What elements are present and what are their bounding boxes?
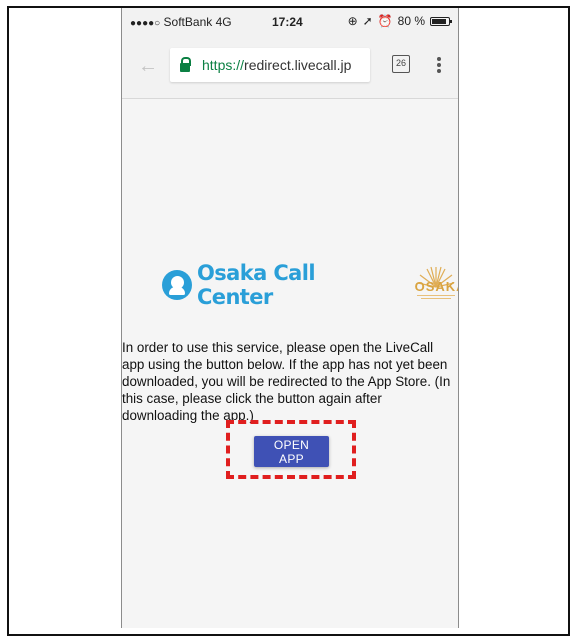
address-bar[interactable]: https://redirect.livecall.jp [170, 48, 370, 82]
rotation-lock-icon: ⊕ [347, 14, 358, 28]
url-host: redirect.livecall.jp [244, 57, 352, 73]
browser-toolbar: ← https://redirect.livecall.jp 26 [122, 36, 458, 99]
network-type: 4G [215, 15, 232, 29]
logo-subtext-line [420, 298, 451, 299]
instruction-text: In order to use this service, please ope… [122, 340, 451, 424]
battery-icon [430, 16, 452, 26]
osaka-wordmark: OSAKA [414, 279, 458, 294]
carrier-name: SoftBank [163, 15, 213, 29]
clock: 17:24 [272, 15, 303, 29]
alarm-icon: ⏰ [377, 14, 393, 28]
logo-subtext-line [416, 295, 455, 296]
status-bar: ●●●●○ SoftBank 4G 17:24 ⊕ ➚ ⏰ 80 % [122, 8, 458, 36]
page-content: Osaka Call Center OSAKA [122, 98, 458, 628]
open-app-button[interactable]: OPEN APP [254, 436, 329, 467]
back-arrow-icon[interactable]: ← [136, 54, 160, 78]
url-scheme: https:// [202, 57, 245, 73]
url-text: https://redirect.livecall.jp [196, 57, 351, 73]
brand-name: Osaka Call Center [197, 261, 316, 309]
signal-icon: ●●●●○ [130, 18, 161, 29]
status-icons: ⊕ ➚ ⏰ 80 % [347, 14, 452, 28]
overflow-menu-icon[interactable] [434, 54, 444, 76]
battery-percent: 80 % [397, 14, 425, 28]
lock-icon [170, 48, 196, 82]
phone-screen: ●●●●○ SoftBank 4G 17:24 ⊕ ➚ ⏰ 80 % ← htt… [121, 8, 459, 628]
location-icon: ➚ [362, 14, 373, 28]
operator-headset-icon [162, 270, 192, 300]
logo-row: Osaka Call Center OSAKA [162, 261, 458, 309]
tab-switcher-button[interactable]: 26 [392, 55, 410, 73]
osaka-logo: OSAKA [413, 265, 458, 305]
carrier-info: ●●●●○ SoftBank 4G [130, 15, 232, 29]
